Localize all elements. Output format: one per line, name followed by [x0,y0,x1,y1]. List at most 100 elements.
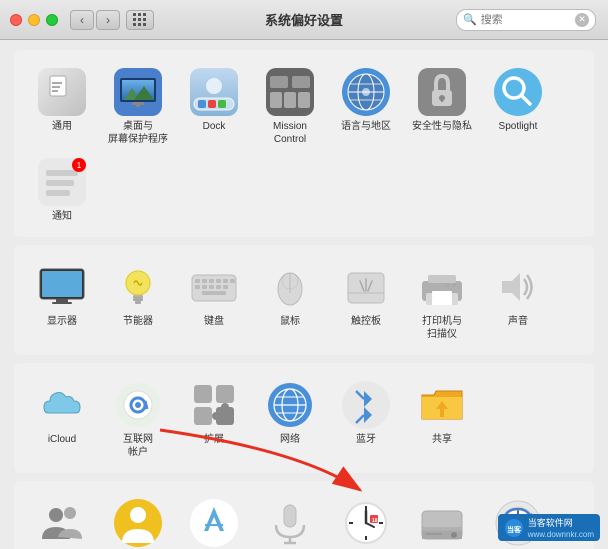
extensions-label: 扩展 [204,433,224,446]
sound-icon [494,263,542,311]
security-icon [418,68,466,116]
energy-icon [114,263,162,311]
keyboard-label: 键盘 [204,315,224,328]
pref-parental[interactable]: 家长控制 [100,493,176,549]
pref-users[interactable]: 用户与群组 [24,493,100,549]
language-label: 语言与地区 [341,120,391,133]
back-button[interactable]: ‹ [70,10,94,30]
pref-icloud[interactable]: iCloud [24,375,100,465]
mouse-label: 鼠标 [280,315,300,328]
icloud-label: iCloud [48,433,76,446]
dock-label: Dock [203,120,226,133]
forward-button[interactable]: › [96,10,120,30]
mission-label: MissionControl [273,120,307,146]
watermark-logo: 当客 [504,518,524,538]
bluetooth-icon [342,381,390,429]
window-title: 系统偏好设置 [265,10,343,29]
language-icon [342,68,390,116]
mouse-icon [266,263,314,311]
spotlight-label: Spotlight [499,120,538,133]
grid-view-button[interactable] [126,10,154,30]
search-input[interactable] [481,14,575,26]
close-button[interactable] [10,14,22,26]
desktop-icon [114,68,162,116]
desktop-label: 桌面与屏幕保护程序 [108,120,168,146]
section-hardware: 显示器 [14,245,594,355]
notification-icon: 1 [38,158,86,206]
sharing-label: 共享 [432,433,452,446]
traffic-lights [10,14,58,26]
datetime-icon: 18 [342,499,390,547]
pref-general[interactable]: 通用 [24,62,100,152]
general-icon [38,68,86,116]
main-content: 通用 [0,40,608,549]
sound-label: 声音 [508,315,528,328]
display-icon [38,263,86,311]
pref-security[interactable]: 安全性与隐私 [404,62,480,152]
section-internet-grid: iCloud 互联网帐户 [24,375,584,465]
pref-display[interactable]: 显示器 [24,257,100,347]
pref-keyboard[interactable]: 键盘 [176,257,252,347]
section-hardware-grid: 显示器 [24,257,584,347]
parental-icon [114,499,162,547]
users-icon [38,499,86,547]
pref-bluetooth[interactable]: 蓝牙 [328,375,404,465]
nav-buttons: ‹ › [70,10,120,30]
notification-badge: 1 [72,158,86,172]
pref-network[interactable]: 网络 [252,375,328,465]
pref-appstore[interactable]: App Store [176,493,252,549]
pref-spotlight[interactable]: Spotlight [480,62,556,152]
pref-mission[interactable]: MissionControl [252,62,328,152]
minimize-button[interactable] [28,14,40,26]
pref-sound[interactable]: 声音 [480,257,556,347]
pref-dock[interactable]: Dock [176,62,252,152]
trackpad-icon [342,263,390,311]
pref-desktop[interactable]: 桌面与屏幕保护程序 [100,62,176,152]
dock-icon [190,68,238,116]
printer-icon [418,263,466,311]
extensions-icon [190,381,238,429]
section-personal-grid: 通用 [24,62,584,229]
titlebar: ‹ › 系统偏好设置 🔍 ✕ [0,0,608,40]
printer-label: 打印机与扫描仪 [422,315,462,341]
grid-icon [133,13,147,27]
pref-printer[interactable]: 打印机与扫描仪 [404,257,480,347]
search-bar[interactable]: 🔍 ✕ [456,9,596,31]
security-label: 安全性与隐私 [412,120,472,133]
general-label: 通用 [52,120,72,133]
section-personal: 通用 [14,50,594,237]
pref-energy[interactable]: 节能器 [100,257,176,347]
network-icon [266,381,314,429]
search-clear-button[interactable]: ✕ [575,13,589,27]
watermark: 当客 当客软件网www.downnkr.com [498,514,600,541]
pref-notification[interactable]: 1 通知 [24,152,100,229]
search-icon: 🔍 [463,13,477,26]
pref-datetime[interactable]: 18 日期与时间 [328,493,404,549]
sharing-icon [418,381,466,429]
pref-trackpad[interactable]: 触控板 [328,257,404,347]
appstore-icon [190,499,238,547]
section-internet: iCloud 互联网帐户 [14,363,594,473]
startup-icon [418,499,466,547]
pref-startup[interactable]: 启动磁盘 [404,493,480,549]
dictation-icon [266,499,314,547]
internet-label: 互联网帐户 [123,433,153,459]
network-label: 网络 [280,433,300,446]
pref-extensions[interactable]: 扩展 [176,375,252,465]
energy-label: 节能器 [123,315,153,328]
pref-dictation[interactable]: 听写与语音 [252,493,328,549]
trackpad-label: 触控板 [351,315,381,328]
pref-language[interactable]: 语言与地区 [328,62,404,152]
icloud-icon [38,381,86,429]
pref-internet[interactable]: 互联网帐户 [100,375,176,465]
keyboard-icon [190,263,238,311]
svg-text:18: 18 [372,518,378,524]
notification-label: 通知 [52,210,72,223]
internet-icon [114,381,162,429]
pref-mouse[interactable]: 鼠标 [252,257,328,347]
watermark-url: www.downnkr.com [528,530,594,539]
window: ‹ › 系统偏好设置 🔍 ✕ [0,0,608,549]
bluetooth-label: 蓝牙 [356,433,376,446]
maximize-button[interactable] [46,14,58,26]
pref-sharing[interactable]: 共享 [404,375,480,465]
